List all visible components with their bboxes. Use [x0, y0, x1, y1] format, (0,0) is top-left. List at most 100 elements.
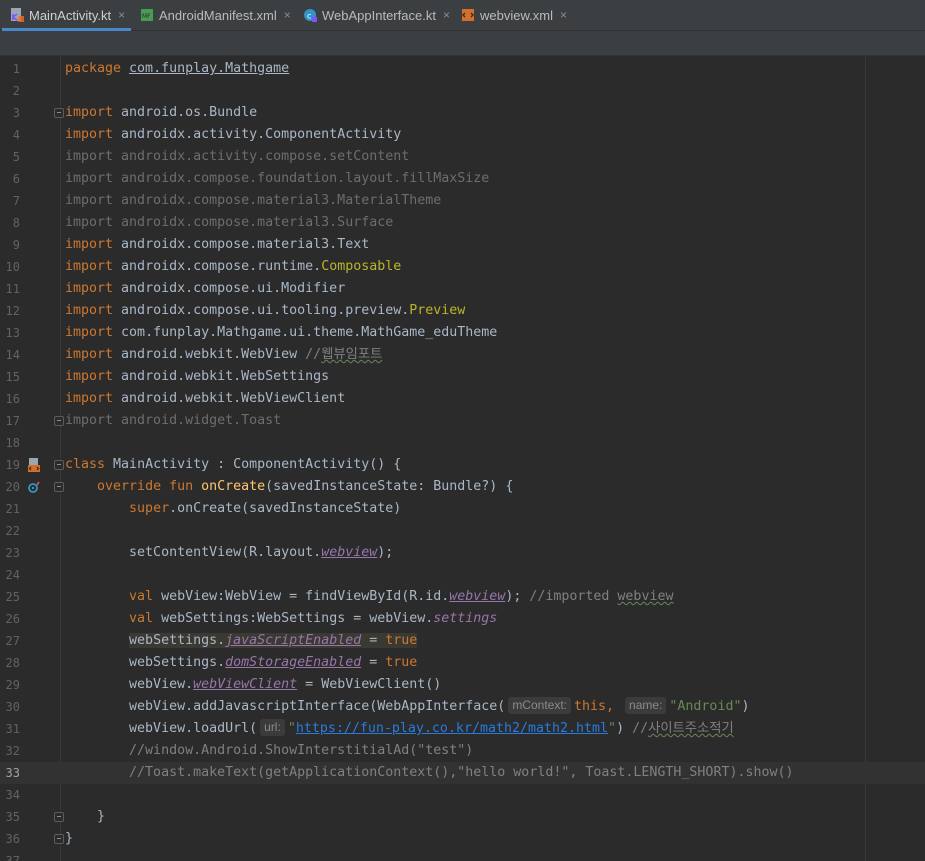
code-text: import androidx.compose.foundation.layou…: [65, 168, 489, 190]
code-token: MainActivity : ComponentActivity() {: [113, 457, 402, 472]
code-line[interactable]: 35 }: [0, 806, 925, 828]
close-icon[interactable]: ×: [118, 8, 125, 22]
code-text: import androidx.compose.material3.Surfac…: [65, 212, 393, 234]
code-line[interactable]: 10 import androidx.compose.runtime.Compos…: [0, 256, 925, 278]
line-number: 36: [5, 832, 20, 846]
code-line[interactable]: 26 val webSettings:WebSettings = webView…: [0, 608, 925, 630]
close-icon[interactable]: ×: [560, 8, 567, 22]
code-line[interactable]: 14 import android.webkit.WebView //웹뷰임포트: [0, 344, 925, 366]
code-line[interactable]: 24: [0, 564, 925, 586]
code-line[interactable]: 32 //window.Android.ShowInterstitialAd("…: [0, 740, 925, 762]
code-line[interactable]: 15 import android.webkit.WebSettings: [0, 366, 925, 388]
code-line[interactable]: 5 import androidx.activity.compose.setCon…: [0, 146, 925, 168]
close-icon[interactable]: ×: [443, 8, 450, 22]
code-line[interactable]: 3 import android.os.Bundle: [0, 102, 925, 124]
code-text: val webView:WebView = findViewById(R.id.…: [65, 586, 673, 608]
code-token: import: [65, 369, 122, 384]
layout-xml-file-icon[interactable]: [26, 457, 42, 473]
fold-marker-icon[interactable]: [54, 482, 64, 492]
code-token: android.os.Bundle: [121, 105, 258, 120]
line-number: 20: [5, 480, 20, 494]
code-text: //Toast.makeText(getApplicationContext()…: [65, 762, 793, 784]
code-line[interactable]: 12 import androidx.compose.ui.tooling.pre…: [0, 300, 925, 322]
line-number: 30: [5, 700, 20, 714]
editor-breadcrumb-strip: [0, 31, 925, 56]
code-line[interactable]: 4 import androidx.activity.ComponentActiv…: [0, 124, 925, 146]
code-token: https://fun-play.co.kr/math2/math2.html: [295, 721, 609, 736]
code-line[interactable]: 20 override fun onCreate(savedInstanceSt…: [0, 476, 925, 498]
fold-marker-icon[interactable]: [54, 460, 64, 470]
line-number: 26: [5, 612, 20, 626]
code-token: setContentView(R.layout.: [65, 545, 322, 560]
code-line[interactable]: 16 import android.webkit.WebViewClient: [0, 388, 925, 410]
code-line[interactable]: 13 import com.funplay.Mathgame.ui.theme.M…: [0, 322, 925, 344]
line-number: 34: [5, 788, 20, 802]
code-line[interactable]: 30 webView.addJavascriptInterface(WebApp…: [0, 696, 925, 718]
code-token: import: [65, 281, 122, 296]
code-line[interactable]: 1 package com.funplay.Mathgame: [0, 58, 925, 80]
code-line[interactable]: 8 import androidx.compose.material3.Surfa…: [0, 212, 925, 234]
line-number: 22: [5, 524, 20, 538]
code-editor[interactable]: 1 package com.funplay.Mathgame 2 3 import an…: [0, 57, 925, 861]
code-line[interactable]: 11 import androidx.compose.ui.Modifier: [0, 278, 925, 300]
code-token: Composable: [321, 259, 402, 274]
code-line[interactable]: 22: [0, 520, 925, 542]
code-token: import androidx.compose.material3.Materi…: [65, 193, 442, 208]
fold-marker-icon[interactable]: [54, 834, 64, 844]
code-text: webSettings.domStorageEnabled = true: [65, 652, 417, 674]
code-line[interactable]: 19 class MainActivity : ComponentActivity…: [0, 454, 925, 476]
tab-main-activity[interactable]: MainActivity.kt ×: [1, 0, 132, 31]
code-line[interactable]: 7 import androidx.compose.material3.Mater…: [0, 190, 925, 212]
line-number: 2: [12, 84, 20, 98]
code-token: import: [65, 237, 122, 252]
fold-marker-icon[interactable]: [54, 108, 64, 118]
code-token: import androidx.compose.material3.Surfac…: [65, 215, 394, 230]
code-line[interactable]: 34: [0, 784, 925, 806]
code-token: webView.: [65, 677, 194, 692]
code-line[interactable]: 2: [0, 80, 925, 102]
code-token: webview: [449, 589, 506, 604]
code-token: true: [385, 633, 418, 648]
code-token: = WebViewClient(): [297, 677, 442, 692]
code-text: import androidx.activity.compose.setCont…: [65, 146, 409, 168]
code-text: }: [65, 828, 73, 850]
code-line[interactable]: 36}: [0, 828, 925, 850]
code-token: domStorageEnabled: [225, 655, 362, 670]
tab-android-manifest[interactable]: MF AndroidManifest.xml ×: [140, 0, 291, 30]
code-token: (savedInstanceState: Bundle?) {: [265, 479, 514, 494]
code-line[interactable]: 6 import androidx.compose.foundation.layo…: [0, 168, 925, 190]
line-number: 5: [12, 150, 20, 164]
code-line[interactable]: 27 webSettings.javaScriptEnabled = true: [0, 630, 925, 652]
code-line[interactable]: 18: [0, 432, 925, 454]
code-token: );: [505, 589, 530, 604]
code-line[interactable]: 29 webView.webViewClient = WebViewClient…: [0, 674, 925, 696]
code-line[interactable]: 31 webView.loadUrl(url: "https://fun-play…: [0, 718, 925, 740]
code-token: import: [65, 347, 122, 362]
fold-marker-icon[interactable]: [54, 416, 64, 426]
code-line[interactable]: 9 import androidx.compose.material3.Text: [0, 234, 925, 256]
code-line[interactable]: 28 webSettings.domStorageEnabled = true: [0, 652, 925, 674]
close-icon[interactable]: ×: [284, 8, 291, 22]
code-text: webView.loadUrl(url: "https://fun-play.co…: [65, 718, 734, 740]
code-line[interactable]: 17 import android.widget.Toast: [0, 410, 925, 432]
tab-webview-xml[interactable]: webview.xml ×: [461, 0, 567, 30]
code-text: override fun onCreate(savedInstanceState…: [65, 476, 513, 498]
code-token: package: [65, 61, 130, 76]
code-line[interactable]: 21 super.onCreate(savedInstanceState): [0, 498, 925, 520]
code-token: android.webkit.WebView: [121, 347, 306, 362]
code-token: import: [65, 127, 122, 142]
code-text: import androidx.compose.ui.tooling.previ…: [65, 300, 465, 322]
line-number: 24: [5, 568, 20, 582]
code-line[interactable]: 37: [0, 850, 925, 861]
code-line[interactable]: 25 val webView:WebView = findViewById(R.…: [0, 586, 925, 608]
code-line[interactable]: 33 //Toast.makeText(getApplicationContex…: [0, 762, 925, 784]
code-token: 웹뷰임포트: [321, 347, 383, 362]
override-method-icon[interactable]: [26, 479, 42, 495]
code-token: import androidx.compose.foundation.layou…: [65, 171, 490, 186]
code-token: this: [574, 699, 607, 714]
code-line[interactable]: 23 setContentView(R.layout.webview);: [0, 542, 925, 564]
fold-marker-icon[interactable]: [54, 812, 64, 822]
tab-label: webview.xml: [480, 7, 553, 23]
code-token: com.funplay.Mathgame: [129, 61, 290, 76]
tab-web-app-interface[interactable]: c WebAppInterface.kt ×: [303, 0, 450, 30]
